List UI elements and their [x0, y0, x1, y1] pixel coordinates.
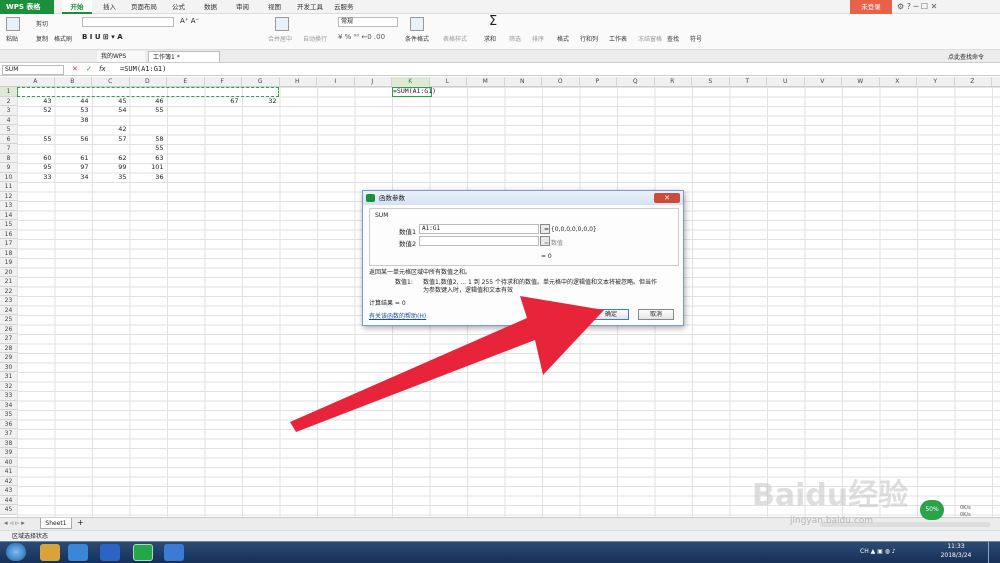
download-speed: 0K/s	[960, 512, 971, 518]
thunder-icon[interactable]	[100, 544, 120, 561]
wps-writer-icon[interactable]	[164, 544, 184, 561]
baidu-watermark: Baidu经验	[752, 478, 909, 513]
watermark-url: jingyan.baidu.com	[790, 516, 874, 526]
status-bar: 区域选择状态	[0, 530, 1000, 541]
network-speed-ball[interactable]: 50%	[920, 500, 944, 520]
tray-icons[interactable]: CH ▲ ▣ ◍ ♪	[860, 548, 896, 555]
sheet-nav-arrows[interactable]: ◂ ◃ ▹ ▸	[4, 519, 25, 527]
red-arrow-shape	[290, 296, 604, 432]
upload-speed: 0K/s	[960, 505, 971, 511]
ie-browser-icon[interactable]	[68, 544, 88, 561]
start-button-icon[interactable]	[6, 543, 26, 561]
show-desktop-button[interactable]	[988, 541, 1000, 563]
file-explorer-icon[interactable]	[40, 544, 60, 561]
add-sheet-button[interactable]: +	[77, 518, 84, 527]
clock-time: 11:33	[947, 543, 965, 550]
wps-spreadsheet-icon[interactable]	[133, 544, 153, 561]
sheet-tab-sheet1[interactable]: Sheet1	[40, 518, 72, 529]
clock-date: 2018/3/24	[940, 552, 972, 559]
